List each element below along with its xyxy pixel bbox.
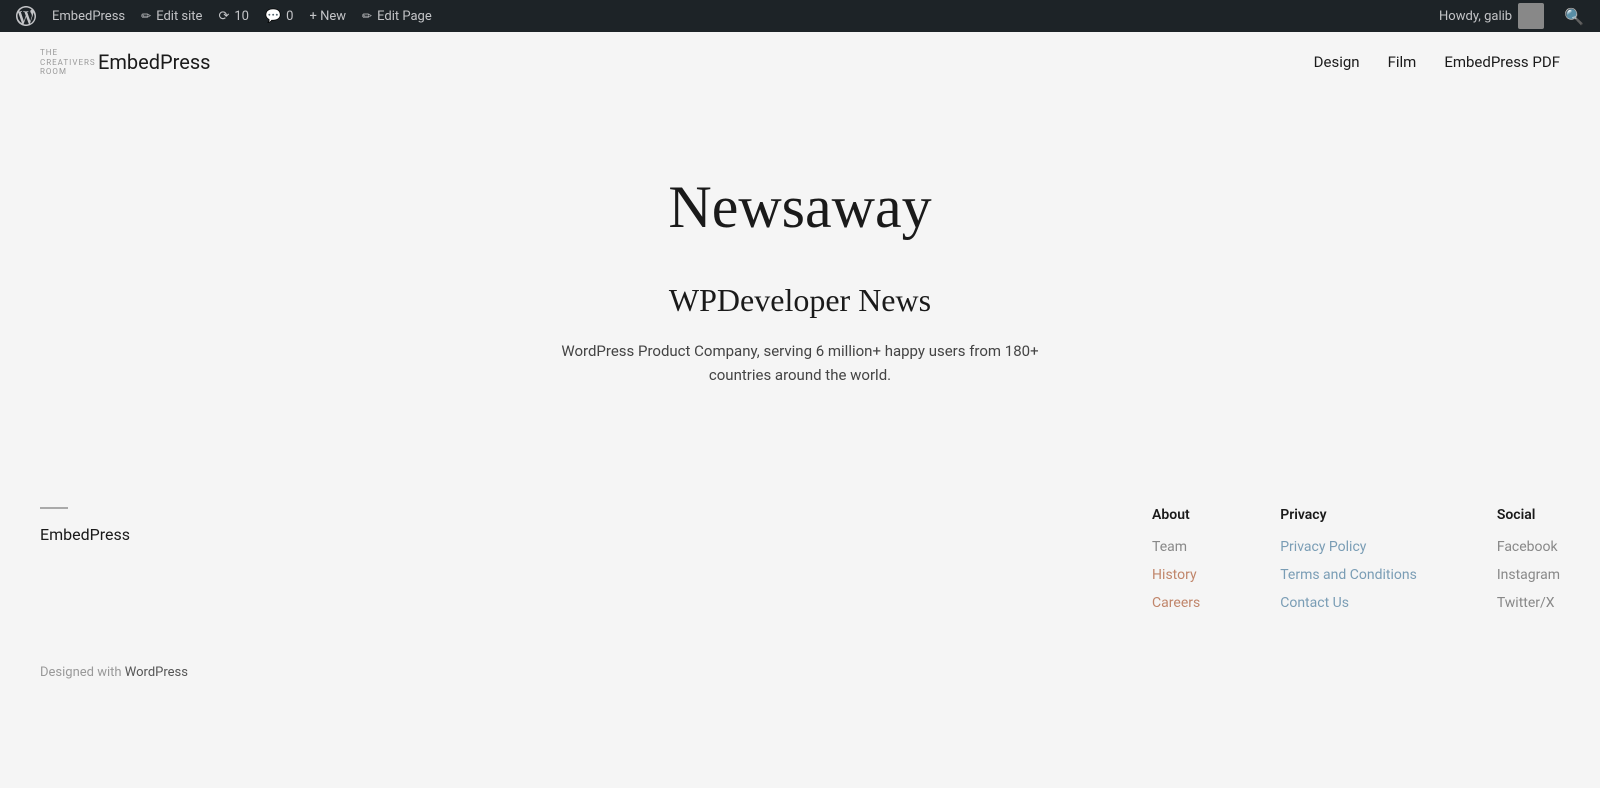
- wp-logo-button[interactable]: [8, 0, 44, 32]
- nav-film[interactable]: Film: [1388, 53, 1417, 71]
- footer-link-history[interactable]: History: [1152, 567, 1200, 583]
- updates-count: 10: [234, 9, 249, 24]
- comments-button[interactable]: 💬 0: [257, 0, 302, 32]
- wordpress-icon: [16, 6, 36, 26]
- admin-bar-right: Howdy, galib 🔍: [1431, 3, 1592, 29]
- nav-embedpress-pdf[interactable]: EmbedPress PDF: [1444, 53, 1560, 71]
- footer-about-links: Team History Careers: [1152, 539, 1200, 611]
- site-footer: EmbedPress About Team History Careers Pr…: [0, 467, 1600, 710]
- footer-about-title: About: [1152, 507, 1200, 523]
- footer-link-contact[interactable]: Contact Us: [1280, 595, 1417, 611]
- updates-icon: ⟳: [218, 9, 229, 24]
- nav-design[interactable]: Design: [1314, 53, 1360, 71]
- edit-site-button[interactable]: ✏ Edit site: [133, 0, 210, 32]
- logo-small-text: THE CREATIVERS ROOM: [40, 48, 90, 77]
- new-button[interactable]: + New: [301, 0, 354, 32]
- site-name-button[interactable]: EmbedPress: [44, 0, 133, 32]
- user-avatar: [1518, 3, 1544, 29]
- main-content: Newsaway WPDeveloper News WordPress Prod…: [0, 93, 1600, 447]
- howdy-text: Howdy, galib: [1439, 9, 1512, 24]
- footer-about-col: About Team History Careers: [1152, 507, 1200, 611]
- footer-brand: EmbedPress: [40, 507, 130, 544]
- site-header: THE CREATIVERS ROOM EmbedPress Design Fi…: [0, 32, 1600, 93]
- hero-subtitle: WPDeveloper News: [669, 282, 931, 319]
- designed-with-text: Designed with: [40, 665, 125, 680]
- footer-link-team[interactable]: Team: [1152, 539, 1200, 555]
- footer-columns: About Team History Careers Privacy Priva…: [1152, 507, 1560, 611]
- site-wrapper: THE CREATIVERS ROOM EmbedPress Design Fi…: [0, 32, 1600, 788]
- footer-privacy-links: Privacy Policy Terms and Conditions Cont…: [1280, 539, 1417, 611]
- logo-area: THE CREATIVERS ROOM EmbedPress: [40, 48, 210, 77]
- edit-icon: ✏: [141, 9, 151, 23]
- pencil-icon: ✏: [362, 9, 372, 23]
- footer-top: EmbedPress About Team History Careers Pr…: [40, 507, 1560, 641]
- footer-social-col: Social Facebook Instagram Twitter/X: [1497, 507, 1560, 611]
- footer-privacy-title: Privacy: [1280, 507, 1417, 523]
- footer-link-instagram[interactable]: Instagram: [1497, 567, 1560, 583]
- howdy-section[interactable]: Howdy, galib: [1431, 3, 1552, 29]
- edit-page-label: Edit Page: [377, 9, 432, 24]
- footer-social-title: Social: [1497, 507, 1560, 523]
- edit-site-label: Edit site: [156, 9, 202, 24]
- footer-link-privacy-policy[interactable]: Privacy Policy: [1280, 539, 1417, 555]
- site-nav: Design Film EmbedPress PDF: [1314, 53, 1560, 71]
- footer-bottom: Designed with WordPress: [40, 641, 1560, 680]
- footer-divider: [40, 507, 68, 509]
- footer-privacy-col: Privacy Privacy Policy Terms and Conditi…: [1280, 507, 1417, 611]
- footer-link-terms[interactable]: Terms and Conditions: [1280, 567, 1417, 583]
- site-title: EmbedPress: [98, 50, 210, 74]
- updates-button[interactable]: ⟳ 10: [210, 0, 257, 32]
- comments-count: 0: [286, 9, 293, 24]
- footer-brand-name: EmbedPress: [40, 525, 130, 544]
- wordpress-link[interactable]: WordPress: [125, 665, 188, 680]
- footer-link-twitter[interactable]: Twitter/X: [1497, 595, 1560, 611]
- site-name-label: EmbedPress: [52, 9, 125, 24]
- edit-page-button[interactable]: ✏ Edit Page: [354, 0, 440, 32]
- admin-bar: EmbedPress ✏ Edit site ⟳ 10 💬 0 + New ✏ …: [0, 0, 1600, 32]
- comments-icon: 💬: [265, 9, 281, 24]
- footer-link-facebook[interactable]: Facebook: [1497, 539, 1560, 555]
- footer-link-careers[interactable]: Careers: [1152, 595, 1200, 611]
- hero-description: WordPress Product Company, serving 6 mil…: [550, 339, 1050, 387]
- search-icon[interactable]: 🔍: [1556, 7, 1592, 26]
- hero-title: Newsaway: [668, 173, 931, 242]
- new-label: + New: [309, 9, 346, 24]
- footer-social-links: Facebook Instagram Twitter/X: [1497, 539, 1560, 611]
